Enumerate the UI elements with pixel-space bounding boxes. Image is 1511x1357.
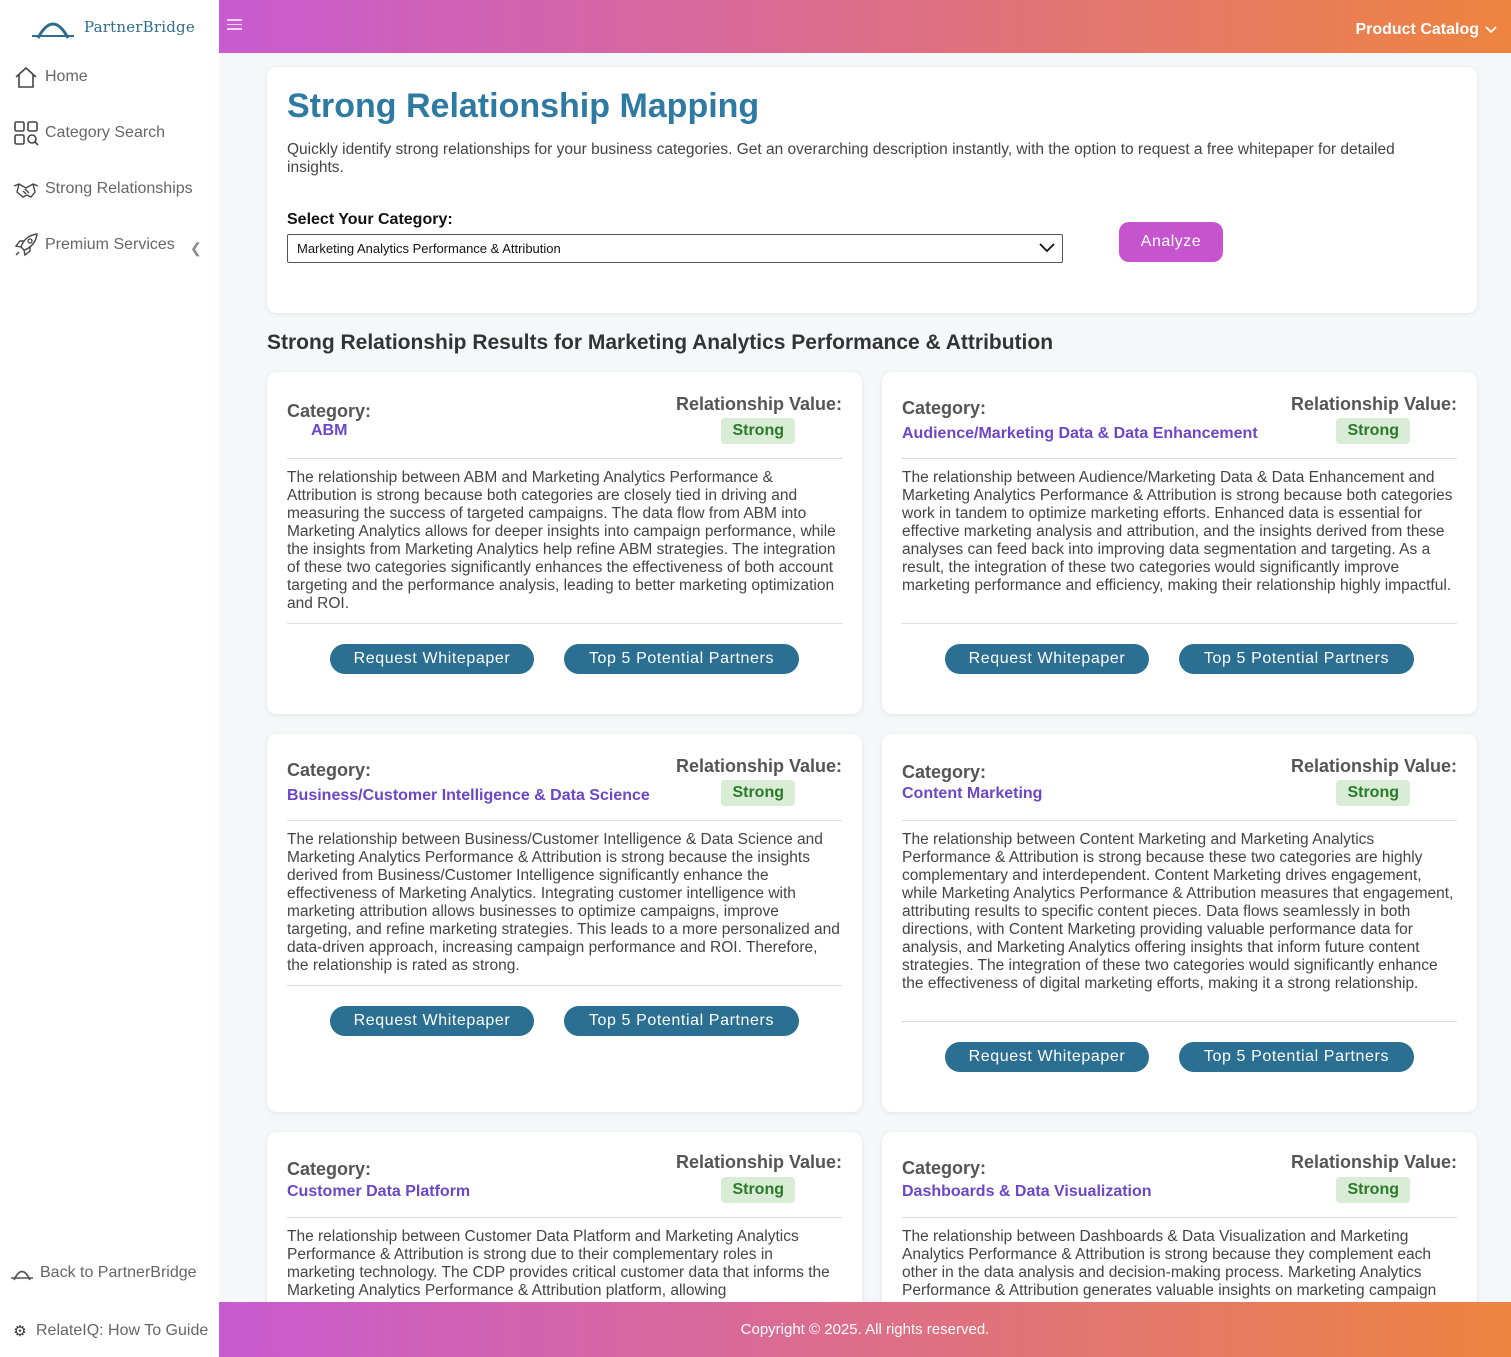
hamburger-menu-icon[interactable]: [227, 19, 242, 33]
relationship-description: The relationship between Customer Data P…: [287, 1228, 830, 1299]
status-badge: Strong: [1336, 780, 1410, 806]
sidebar-item-strong-relationships[interactable]: Strong Relationships: [13, 176, 193, 202]
gear-icon: ⚙: [13, 1323, 27, 1340]
relationship-card: Category: Business/Customer Intelligence…: [267, 734, 862, 1112]
divider: [902, 820, 1457, 821]
page-title: Strong Relationship Mapping: [287, 87, 760, 125]
status-badge: Strong: [721, 1177, 795, 1203]
top-bar: Product Catalog: [219, 0, 1511, 53]
page-description: Quickly identify strong relationships fo…: [287, 141, 1395, 176]
main-content[interactable]: Strong Relationship Mapping Quickly iden…: [219, 53, 1511, 1302]
divider: [902, 458, 1457, 459]
request-whitepaper-button[interactable]: Request Whitepaper: [330, 644, 534, 674]
relationship-value-label: Relationship Value:: [675, 394, 842, 414]
divider: [902, 1021, 1457, 1022]
category-label: Category:: [287, 760, 372, 780]
product-catalog-menu[interactable]: Product Catalog: [1355, 21, 1497, 39]
home-icon: [15, 66, 37, 88]
category-name[interactable]: Content Marketing: [902, 785, 1042, 803]
relationship-description: The relationship between Content Marketi…: [902, 831, 1454, 992]
divider: [902, 623, 1457, 624]
category-select-value: Marketing Analytics Performance & Attrib…: [297, 241, 561, 256]
category-name[interactable]: ABM: [311, 422, 347, 440]
relationship-card: Category: Audience/Marketing Data & Data…: [882, 372, 1477, 714]
rocket-icon: [14, 233, 38, 257]
request-whitepaper-button[interactable]: Request Whitepaper: [945, 644, 1149, 674]
category-label: Category:: [902, 762, 987, 782]
relationship-card: Category: Dashboards & Data Visualizatio…: [882, 1132, 1477, 1302]
how-to-guide-link[interactable]: ⚙ RelateIQ: How To Guide: [10, 1322, 208, 1340]
chevron-down-icon: [1485, 26, 1497, 34]
relationship-description: The relationship between Dashboards & Da…: [902, 1228, 1437, 1299]
handshake-icon: [13, 183, 39, 198]
product-catalog-label: Product Catalog: [1355, 21, 1479, 38]
relationship-value-label: Relationship Value:: [1290, 394, 1457, 414]
sidebar-item-category-search[interactable]: Category Search: [13, 120, 165, 146]
status-badge: Strong: [721, 780, 795, 806]
top-partners-button[interactable]: Top 5 Potential Partners: [564, 644, 799, 674]
divider: [287, 985, 842, 986]
status-badge: Strong: [1336, 1177, 1410, 1203]
request-whitepaper-button[interactable]: Request Whitepaper: [945, 1042, 1149, 1072]
brand-logo[interactable]: PartnerBridge: [30, 14, 195, 40]
divider: [287, 820, 842, 821]
sidebar-item-label: Category Search: [45, 124, 166, 141]
request-whitepaper-button[interactable]: Request Whitepaper: [330, 1006, 534, 1036]
divider: [902, 1217, 1457, 1218]
category-select[interactable]: Marketing Analytics Performance & Attrib…: [287, 234, 1063, 263]
relationship-value-label: Relationship Value:: [675, 1152, 842, 1172]
category-name[interactable]: Dashboards & Data Visualization: [902, 1183, 1152, 1201]
results-title: Strong Relationship Results for Marketin…: [267, 331, 1054, 354]
footer: Copyright © 2025. All rights reserved.: [219, 1302, 1511, 1357]
analyze-button[interactable]: Analyze: [1119, 222, 1223, 262]
sidebar-item-label: Home: [45, 68, 88, 85]
mapping-panel: Strong Relationship Mapping Quickly iden…: [267, 67, 1477, 313]
category-search-icon: [14, 121, 39, 146]
category-label: Category:: [902, 1158, 987, 1178]
category-label: Category:: [902, 398, 987, 418]
divider: [287, 458, 842, 459]
sidebar-item-premium-services[interactable]: Premium Services: [13, 232, 175, 258]
relationship-description: The relationship between Audience/Market…: [902, 469, 1453, 594]
sidebar-item-home[interactable]: Home: [13, 64, 88, 90]
divider: [287, 623, 842, 624]
back-to-partnerbridge-link[interactable]: Back to PartnerBridge: [10, 1264, 197, 1282]
top-partners-button[interactable]: Top 5 Potential Partners: [564, 1006, 799, 1036]
relationship-value-label: Relationship Value:: [675, 756, 842, 776]
category-name[interactable]: Customer Data Platform: [287, 1183, 470, 1201]
status-badge: Strong: [721, 418, 795, 444]
bridge-icon: [11, 1270, 33, 1281]
category-label: Category:: [287, 1159, 372, 1179]
back-link-label: Back to PartnerBridge: [40, 1264, 197, 1281]
bridge-logo-icon: [32, 22, 74, 39]
status-badge: Strong: [1336, 418, 1410, 444]
top-partners-button[interactable]: Top 5 Potential Partners: [1179, 644, 1414, 674]
relationship-card: Category: ABM Relationship Value: Strong…: [267, 372, 862, 714]
relationship-card: Category: Content Marketing Relationship…: [882, 734, 1477, 1112]
relationship-value-label: Relationship Value:: [1290, 756, 1457, 776]
chevron-left-icon[interactable]: ❮: [190, 240, 202, 257]
relationship-card: Category: Customer Data Platform Relatio…: [267, 1132, 862, 1302]
copyright-text: Copyright © 2025. All rights reserved.: [740, 1321, 990, 1338]
sidebar: PartnerBridge Home Category Search Stron…: [0, 0, 219, 1357]
chevron-down-icon: [1039, 243, 1055, 253]
guide-link-label: RelateIQ: How To Guide: [36, 1322, 209, 1339]
sidebar-item-label: Premium Services: [45, 236, 175, 253]
category-name[interactable]: Audience/Marketing Data & Data Enhanceme…: [902, 425, 1258, 443]
brand-name: PartnerBridge: [84, 18, 195, 36]
relationship-value-label: Relationship Value:: [1290, 1152, 1457, 1172]
relationship-description: The relationship between ABM and Marketi…: [287, 469, 836, 612]
relationship-description: The relationship between Business/Custom…: [287, 831, 840, 974]
divider: [287, 1217, 842, 1218]
select-label: Select Your Category:: [287, 211, 453, 228]
category-label: Category:: [287, 401, 372, 421]
category-name[interactable]: Business/Customer Intelligence & Data Sc…: [287, 787, 650, 805]
sidebar-item-label: Strong Relationships: [45, 180, 193, 197]
top-partners-button[interactable]: Top 5 Potential Partners: [1179, 1042, 1414, 1072]
